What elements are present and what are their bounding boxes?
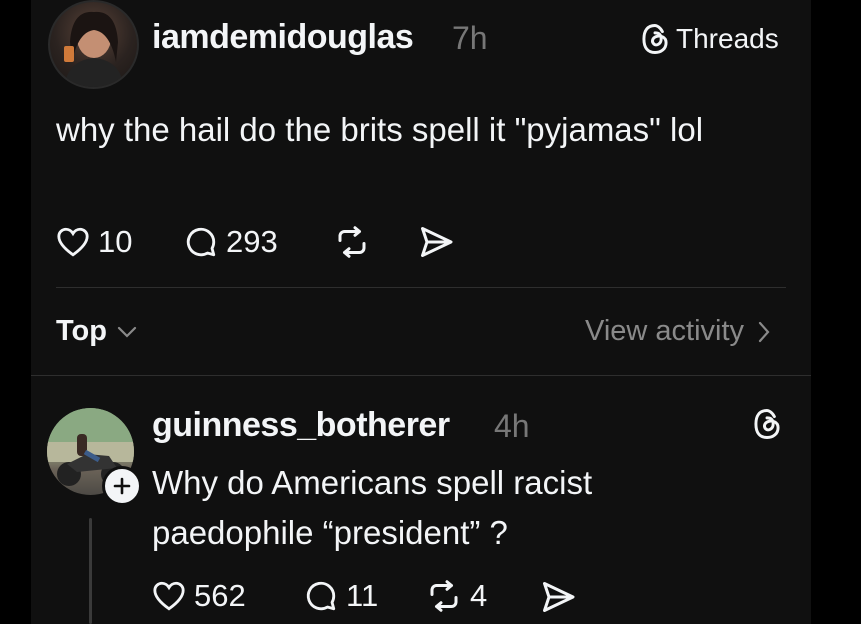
like-button[interactable]: 10: [56, 224, 132, 260]
repost-icon: [334, 225, 370, 259]
avatar[interactable]: [48, 0, 139, 89]
reply-like-button[interactable]: 562: [152, 578, 246, 614]
post-timestamp: 7h: [452, 20, 488, 56]
threads-brand[interactable]: Threads: [640, 23, 779, 55]
comment-button[interactable]: 293: [184, 224, 278, 260]
threads-brand-label: Threads: [676, 23, 779, 54]
share-button[interactable]: [418, 225, 454, 259]
reply-timestamp: 4h: [494, 408, 530, 444]
comment-icon: [184, 225, 218, 259]
divider: [56, 287, 786, 288]
like-count: 10: [98, 224, 133, 259]
threads-logo-icon: [640, 23, 670, 55]
post-username[interactable]: iamdemidouglas: [152, 18, 414, 57]
sort-label: Top: [56, 315, 107, 347]
thread-line: [89, 518, 92, 624]
follow-plus-badge[interactable]: [102, 466, 142, 506]
chevron-down-icon: [117, 325, 137, 339]
reply-count: 293: [226, 224, 278, 259]
repost-button[interactable]: [334, 225, 370, 259]
reply-text: Why do Americans spell racist paedophile…: [152, 464, 593, 551]
reply-repost-count: 4: [470, 578, 488, 613]
view-activity-link[interactable]: View activity: [585, 315, 770, 348]
comment-icon: [304, 579, 338, 613]
threads-logo-icon: [752, 408, 782, 440]
view-activity-label: View activity: [585, 315, 745, 347]
heart-icon: [56, 226, 90, 258]
share-icon: [540, 580, 576, 614]
repost-icon: [426, 579, 462, 613]
reply-reply-count: 11: [346, 578, 379, 613]
reply-threads-icon[interactable]: [752, 408, 782, 440]
reply-comment-button[interactable]: 11: [304, 578, 378, 614]
share-icon: [418, 225, 454, 259]
heart-icon: [152, 580, 186, 612]
reply-share-button[interactable]: [540, 580, 576, 614]
follow-plus-icon: [113, 477, 131, 495]
reply-username[interactable]: guinness_botherer: [152, 406, 450, 445]
chevron-right-icon: [758, 321, 770, 343]
reply-like-count: 562: [194, 578, 246, 613]
post-text: why the hail do the brits spell it "pyja…: [56, 111, 704, 148]
section-divider: [31, 375, 811, 376]
reply-repost-button[interactable]: 4: [426, 578, 487, 614]
sort-dropdown[interactable]: Top: [56, 315, 137, 348]
